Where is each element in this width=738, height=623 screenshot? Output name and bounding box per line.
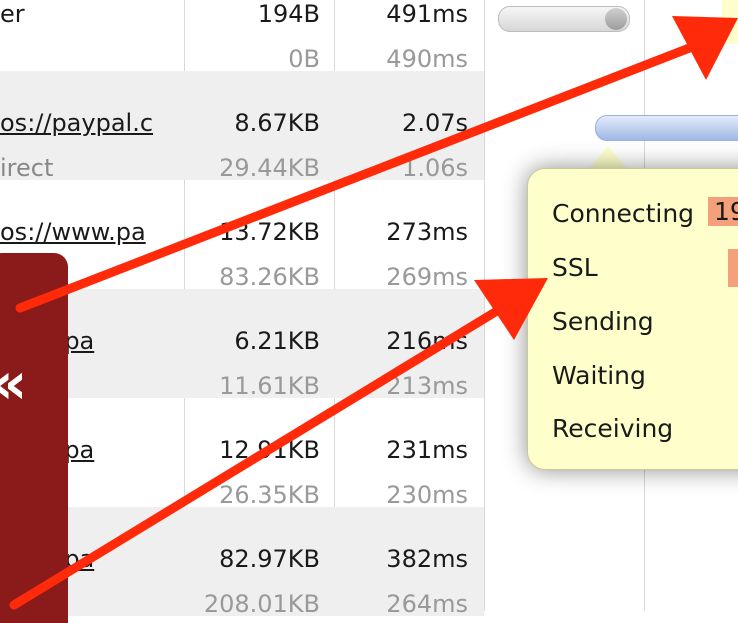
annotation-arrow-line-2 (9, 295, 520, 610)
annotation-arrowhead-2 (474, 278, 548, 340)
annotation-arrow-line-1 (15, 35, 715, 313)
annotation-arrows (9, 16, 738, 610)
